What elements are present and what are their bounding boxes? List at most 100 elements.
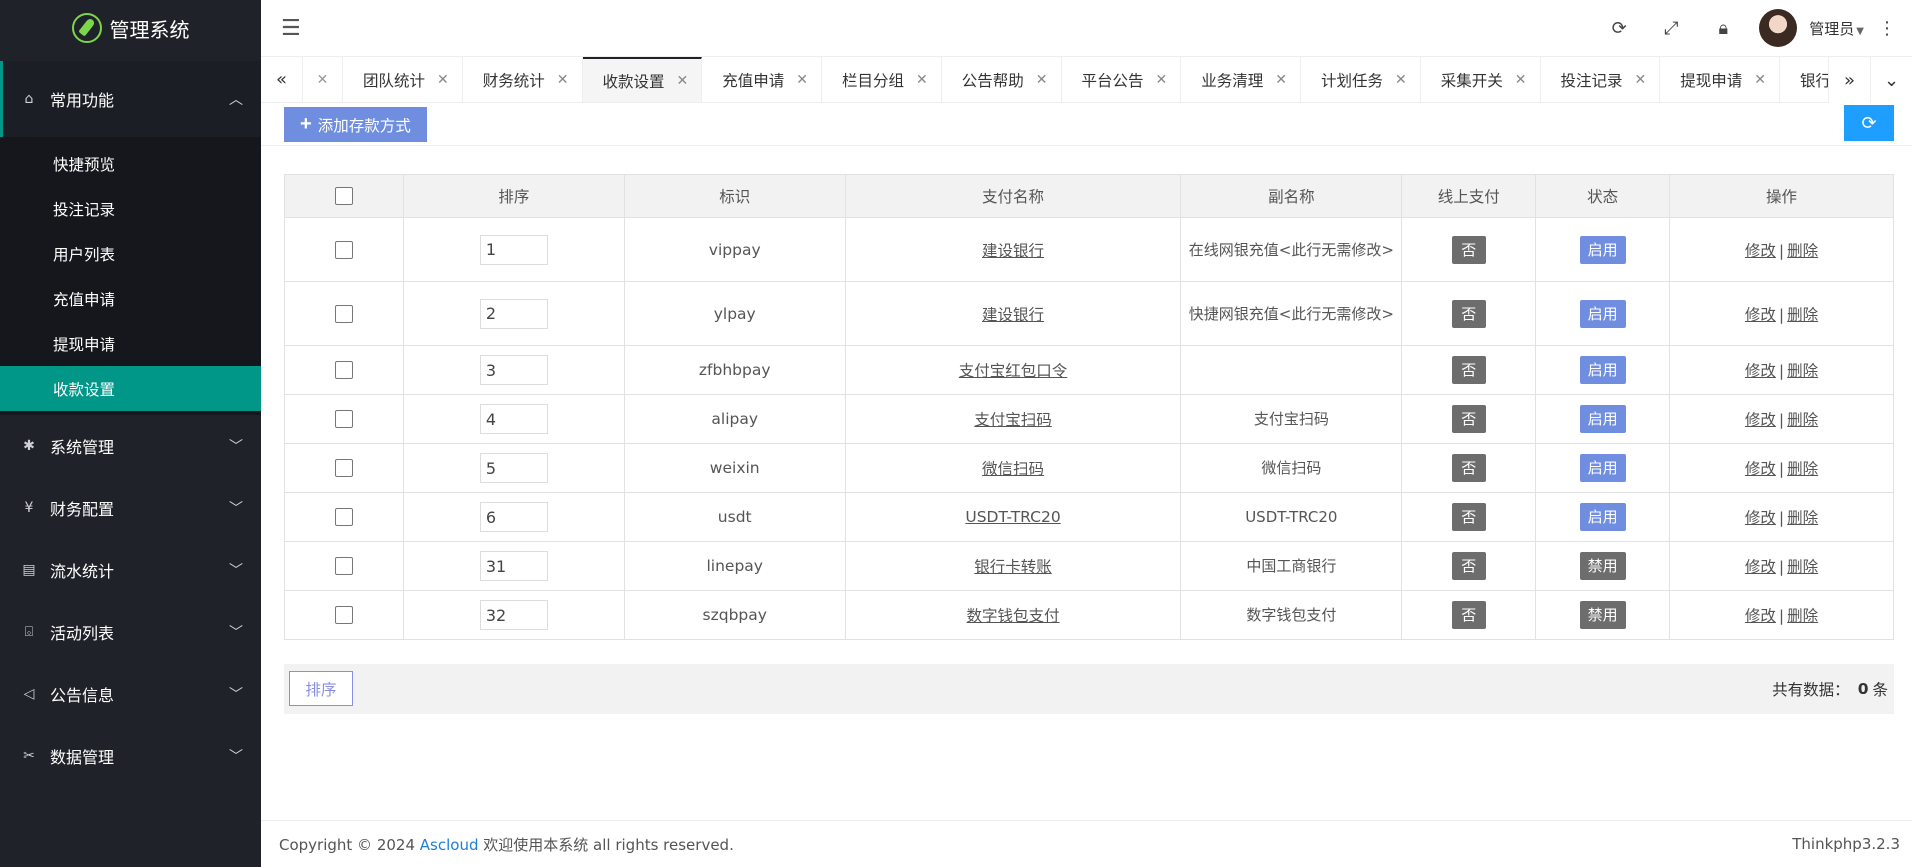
app-logo[interactable]: 管理系统 bbox=[0, 0, 261, 56]
tab-close-icon[interactable]: ✕ bbox=[1036, 72, 1048, 88]
row-checkbox[interactable] bbox=[334, 304, 353, 323]
payment-name-link[interactable]: USDT-TRC20 bbox=[965, 508, 1060, 526]
tabs-scroll-left-icon[interactable]: « bbox=[261, 57, 303, 102]
delete-link[interactable]: 删除 bbox=[1787, 242, 1818, 260]
tab[interactable]: 计划任务 ✕ bbox=[1301, 57, 1421, 102]
status-toggle-badge[interactable]: 启用 bbox=[1579, 454, 1626, 482]
online-toggle-badge[interactable]: 否 bbox=[1451, 235, 1486, 264]
sidebar-item[interactable]: 充值申请 bbox=[0, 276, 261, 321]
row-checkbox[interactable] bbox=[334, 361, 353, 380]
nav-group-header[interactable]: ◁ 公告信息 ﹀ bbox=[0, 663, 261, 725]
nav-group-header[interactable]: ¥ 财务配置 ﹀ bbox=[0, 477, 261, 539]
tab-close-icon[interactable]: ✕ bbox=[1275, 72, 1287, 88]
fullscreen-icon[interactable]: ⤢ bbox=[1645, 18, 1697, 39]
menu-toggle-icon[interactable]: ☰ bbox=[281, 16, 303, 41]
online-toggle-badge[interactable]: 否 bbox=[1451, 601, 1486, 629]
tab[interactable]: 财务统计 ✕ bbox=[463, 57, 583, 102]
delete-link[interactable]: 删除 bbox=[1787, 607, 1818, 625]
status-toggle-badge[interactable]: 启用 bbox=[1579, 356, 1626, 384]
tab[interactable]: 提现申请 ✕ bbox=[1660, 57, 1780, 102]
tab[interactable]: 充值申请 ✕ bbox=[702, 57, 822, 102]
tab-close-icon[interactable]: ✕ bbox=[677, 73, 689, 89]
status-toggle-badge[interactable]: 启用 bbox=[1579, 299, 1626, 328]
add-deposit-method-button[interactable]: + 添加存款方式 bbox=[284, 107, 427, 142]
tab-close-icon[interactable]: ✕ bbox=[1395, 72, 1407, 88]
status-toggle-badge[interactable]: 启用 bbox=[1579, 405, 1626, 433]
delete-link[interactable]: 删除 bbox=[1787, 411, 1818, 429]
tabs-scroll-right-icon[interactable]: » bbox=[1828, 57, 1870, 103]
tab-close-icon[interactable]: ✕ bbox=[916, 72, 928, 88]
delete-link[interactable]: 删除 bbox=[1787, 509, 1818, 527]
edit-link[interactable]: 修改 bbox=[1745, 362, 1776, 380]
home-tab-close-icon[interactable]: ✕ bbox=[303, 57, 343, 102]
nav-group-header[interactable]: ✱ 系统管理 ﹀ bbox=[0, 415, 261, 477]
tab[interactable]: 收款设置 ✕ bbox=[582, 57, 703, 102]
tab[interactable]: 团队统计 ✕ bbox=[343, 57, 463, 102]
avatar[interactable] bbox=[1759, 9, 1798, 47]
online-toggle-badge[interactable]: 否 bbox=[1451, 356, 1486, 384]
sort-order-input[interactable] bbox=[479, 551, 548, 581]
row-checkbox[interactable] bbox=[334, 459, 353, 478]
edit-link[interactable]: 修改 bbox=[1745, 558, 1776, 576]
edit-link[interactable]: 修改 bbox=[1745, 509, 1776, 527]
sort-order-input[interactable] bbox=[479, 453, 548, 483]
sort-button[interactable]: 排序 bbox=[289, 671, 353, 706]
status-toggle-badge[interactable]: 启用 bbox=[1579, 235, 1626, 264]
payment-name-link[interactable]: 数字钱包支付 bbox=[967, 607, 1060, 625]
edit-link[interactable]: 修改 bbox=[1745, 411, 1776, 429]
payment-name-link[interactable]: 建设银行 bbox=[982, 306, 1044, 324]
tab-close-icon[interactable]: ✕ bbox=[1156, 72, 1168, 88]
online-toggle-badge[interactable]: 否 bbox=[1451, 405, 1486, 433]
sort-order-input[interactable] bbox=[479, 298, 548, 329]
online-toggle-badge[interactable]: 否 bbox=[1451, 552, 1486, 580]
tab[interactable]: 采集开关 ✕ bbox=[1421, 57, 1541, 102]
brand-link[interactable]: Ascloud bbox=[420, 836, 479, 854]
tab-close-icon[interactable]: ✕ bbox=[437, 72, 449, 88]
edit-link[interactable]: 修改 bbox=[1745, 607, 1776, 625]
row-checkbox[interactable] bbox=[334, 508, 353, 527]
delete-link[interactable]: 删除 bbox=[1787, 362, 1818, 380]
row-checkbox[interactable] bbox=[334, 606, 353, 625]
refresh-icon[interactable]: ⟳ bbox=[1593, 18, 1645, 39]
nav-group-header[interactable]: ⌂ 常用功能 ︿ bbox=[0, 61, 261, 137]
tabs-dropdown-icon[interactable]: ⌄ bbox=[1870, 57, 1912, 103]
row-checkbox[interactable] bbox=[334, 557, 353, 576]
sort-order-input[interactable] bbox=[479, 234, 548, 265]
sort-order-input[interactable] bbox=[479, 404, 548, 434]
edit-link[interactable]: 修改 bbox=[1745, 242, 1776, 260]
edit-link[interactable]: 修改 bbox=[1745, 460, 1776, 478]
sidebar-item[interactable]: 用户列表 bbox=[0, 231, 261, 276]
payment-name-link[interactable]: 建设银行 bbox=[982, 242, 1044, 260]
user-menu[interactable]: 管理员 ▼ bbox=[1809, 18, 1864, 39]
select-all-checkbox[interactable] bbox=[334, 187, 353, 206]
tab-close-icon[interactable]: ✕ bbox=[1515, 72, 1527, 88]
lock-icon[interactable]: 🔒︎ bbox=[1697, 18, 1749, 39]
row-checkbox[interactable] bbox=[334, 410, 353, 429]
more-vertical-icon[interactable]: ⋮ bbox=[1878, 18, 1896, 39]
online-toggle-badge[interactable]: 否 bbox=[1451, 454, 1486, 482]
payment-name-link[interactable]: 微信扫码 bbox=[982, 460, 1044, 478]
tab[interactable]: 投注记录 ✕ bbox=[1541, 57, 1661, 102]
payment-name-link[interactable]: 银行卡转账 bbox=[974, 558, 1052, 576]
tab[interactable]: 公告帮助 ✕ bbox=[942, 57, 1062, 102]
reload-button[interactable]: ⟳ bbox=[1844, 105, 1894, 141]
sort-order-input[interactable] bbox=[479, 600, 548, 630]
payment-name-link[interactable]: 支付宝扫码 bbox=[974, 411, 1052, 429]
sidebar-item[interactable]: 快捷预览 bbox=[0, 141, 261, 186]
nav-group-header[interactable]: ✂ 数据管理 ﹀ bbox=[0, 725, 261, 787]
edit-link[interactable]: 修改 bbox=[1745, 306, 1776, 324]
sidebar-item[interactable]: 投注记录 bbox=[0, 186, 261, 231]
status-toggle-badge[interactable]: 启用 bbox=[1579, 503, 1626, 531]
online-toggle-badge[interactable]: 否 bbox=[1451, 503, 1486, 531]
status-toggle-badge[interactable]: 禁用 bbox=[1579, 601, 1626, 629]
sort-order-input[interactable] bbox=[479, 355, 548, 385]
nav-group-header[interactable]: ▤ 流水统计 ﹀ bbox=[0, 539, 261, 601]
tab-close-icon[interactable]: ✕ bbox=[1754, 72, 1766, 88]
payment-name-link[interactable]: 支付宝红包口令 bbox=[959, 362, 1068, 380]
delete-link[interactable]: 删除 bbox=[1787, 306, 1818, 324]
sidebar-item[interactable]: 提现申请 bbox=[0, 321, 261, 366]
nav-group-header[interactable]: ⌺ 活动列表 ﹀ bbox=[0, 601, 261, 663]
tab-close-icon[interactable]: ✕ bbox=[796, 72, 808, 88]
row-checkbox[interactable] bbox=[334, 240, 353, 259]
delete-link[interactable]: 删除 bbox=[1787, 460, 1818, 478]
